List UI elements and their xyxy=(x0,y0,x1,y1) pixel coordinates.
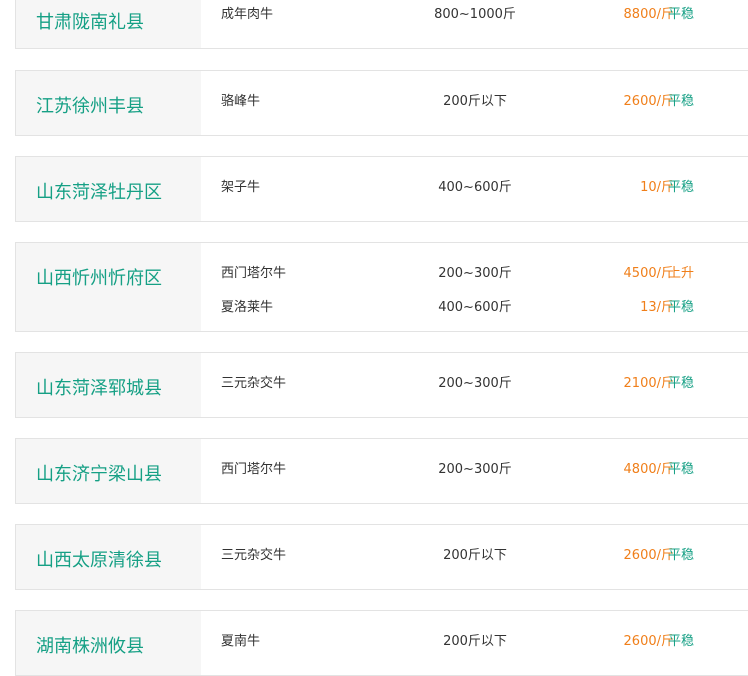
trend-label: 平稳 xyxy=(668,7,695,22)
breed-name: 三元杂交牛 xyxy=(221,376,287,391)
trend-label: 平稳 xyxy=(668,376,695,391)
price-row: 架子牛 400~600斤 10/斤 平稳 xyxy=(201,172,748,196)
price-row: 西门塔尔牛 200~300斤 4800/斤 平稳 xyxy=(201,454,748,478)
trend-label: 上升 xyxy=(668,266,695,281)
weight-range: 200~300斤 xyxy=(438,462,512,477)
region-name[interactable]: 山西忻州忻府区 xyxy=(36,264,162,290)
weight-range: 200斤以下 xyxy=(443,634,507,649)
breed-name: 架子牛 xyxy=(221,180,261,195)
price-row: 骆峰牛 200斤以下 2600/斤 平稳 xyxy=(201,86,748,110)
trend-label: 平稳 xyxy=(668,180,695,195)
region-name[interactable]: 湖南株洲攸县 xyxy=(36,632,144,658)
price-value: 8800/斤 xyxy=(623,7,674,22)
market-card: 山东菏泽郓城县 三元杂交牛 200~300斤 2100/斤 平稳 xyxy=(15,352,748,418)
breed-name: 成年肉牛 xyxy=(221,7,274,22)
weight-range: 200斤以下 xyxy=(443,94,507,109)
breed-name: 西门塔尔牛 xyxy=(221,266,287,281)
breed-name: 夏南牛 xyxy=(221,634,261,649)
market-card: 江苏徐州丰县 骆峰牛 200斤以下 2600/斤 平稳 xyxy=(15,70,748,136)
price-row: 夏南牛 200斤以下 2600/斤 平稳 xyxy=(201,626,748,650)
trend-label: 平稳 xyxy=(668,94,695,109)
trend-label: 平稳 xyxy=(668,462,695,477)
weight-range: 800~1000斤 xyxy=(434,7,516,22)
region-cell: 湖南株洲攸县 xyxy=(16,611,201,675)
market-card: 甘肃陇南礼县 成年肉牛 800~1000斤 8800/斤 平稳 xyxy=(15,0,748,49)
breed-name: 三元杂交牛 xyxy=(221,548,287,563)
trend-label: 平稳 xyxy=(668,634,695,649)
price-value: 2100/斤 xyxy=(623,376,674,391)
region-cell: 山西太原清徐县 xyxy=(16,525,201,589)
region-name[interactable]: 江苏徐州丰县 xyxy=(36,92,144,118)
region-cell: 山东菏泽郓城县 xyxy=(16,353,201,417)
price-row: 三元杂交牛 200斤以下 2600/斤 平稳 xyxy=(201,540,748,564)
region-cell: 甘肃陇南礼县 xyxy=(16,0,201,48)
market-card: 山西忻州忻府区 西门塔尔牛 200~300斤 4500/斤 上升 夏洛莱牛 40… xyxy=(15,242,748,332)
region-name[interactable]: 山东菏泽牡丹区 xyxy=(36,178,162,204)
trend-label: 平稳 xyxy=(668,548,695,563)
weight-range: 400~600斤 xyxy=(438,180,512,195)
weight-range: 200~300斤 xyxy=(438,266,512,281)
market-card: 山西太原清徐县 三元杂交牛 200斤以下 2600/斤 平稳 xyxy=(15,524,748,590)
market-card: 山东菏泽牡丹区 架子牛 400~600斤 10/斤 平稳 xyxy=(15,156,748,222)
region-name[interactable]: 山西太原清徐县 xyxy=(36,546,162,572)
market-card: 湖南株洲攸县 夏南牛 200斤以下 2600/斤 平稳 xyxy=(15,610,748,676)
price-value: 4500/斤 xyxy=(623,266,674,281)
price-value: 2600/斤 xyxy=(623,548,674,563)
region-name[interactable]: 山东菏泽郓城县 xyxy=(36,374,162,400)
price-value: 2600/斤 xyxy=(623,94,674,109)
breed-name: 骆峰牛 xyxy=(221,94,261,109)
region-cell: 山东济宁梁山县 xyxy=(16,439,201,503)
trend-label: 平稳 xyxy=(668,300,695,315)
weight-range: 200斤以下 xyxy=(443,548,507,563)
market-card: 山东济宁梁山县 西门塔尔牛 200~300斤 4800/斤 平稳 xyxy=(15,438,748,504)
region-name[interactable]: 甘肃陇南礼县 xyxy=(36,8,144,34)
breed-name: 夏洛莱牛 xyxy=(221,300,274,315)
price-row: 三元杂交牛 200~300斤 2100/斤 平稳 xyxy=(201,368,748,392)
price-row: 西门塔尔牛 200~300斤 4500/斤 上升 xyxy=(201,258,748,282)
region-cell: 山东菏泽牡丹区 xyxy=(16,157,201,221)
region-cell: 江苏徐州丰县 xyxy=(16,71,201,135)
region-cell: 山西忻州忻府区 xyxy=(16,243,201,331)
region-name[interactable]: 山东济宁梁山县 xyxy=(36,460,162,486)
weight-range: 200~300斤 xyxy=(438,376,512,391)
weight-range: 400~600斤 xyxy=(438,300,512,315)
price-value: 4800/斤 xyxy=(623,462,674,477)
breed-name: 西门塔尔牛 xyxy=(221,462,287,477)
price-row: 成年肉牛 800~1000斤 8800/斤 平稳 xyxy=(201,0,748,23)
price-value: 2600/斤 xyxy=(623,634,674,649)
price-row: 夏洛莱牛 400~600斤 13/斤 平稳 xyxy=(201,292,748,316)
